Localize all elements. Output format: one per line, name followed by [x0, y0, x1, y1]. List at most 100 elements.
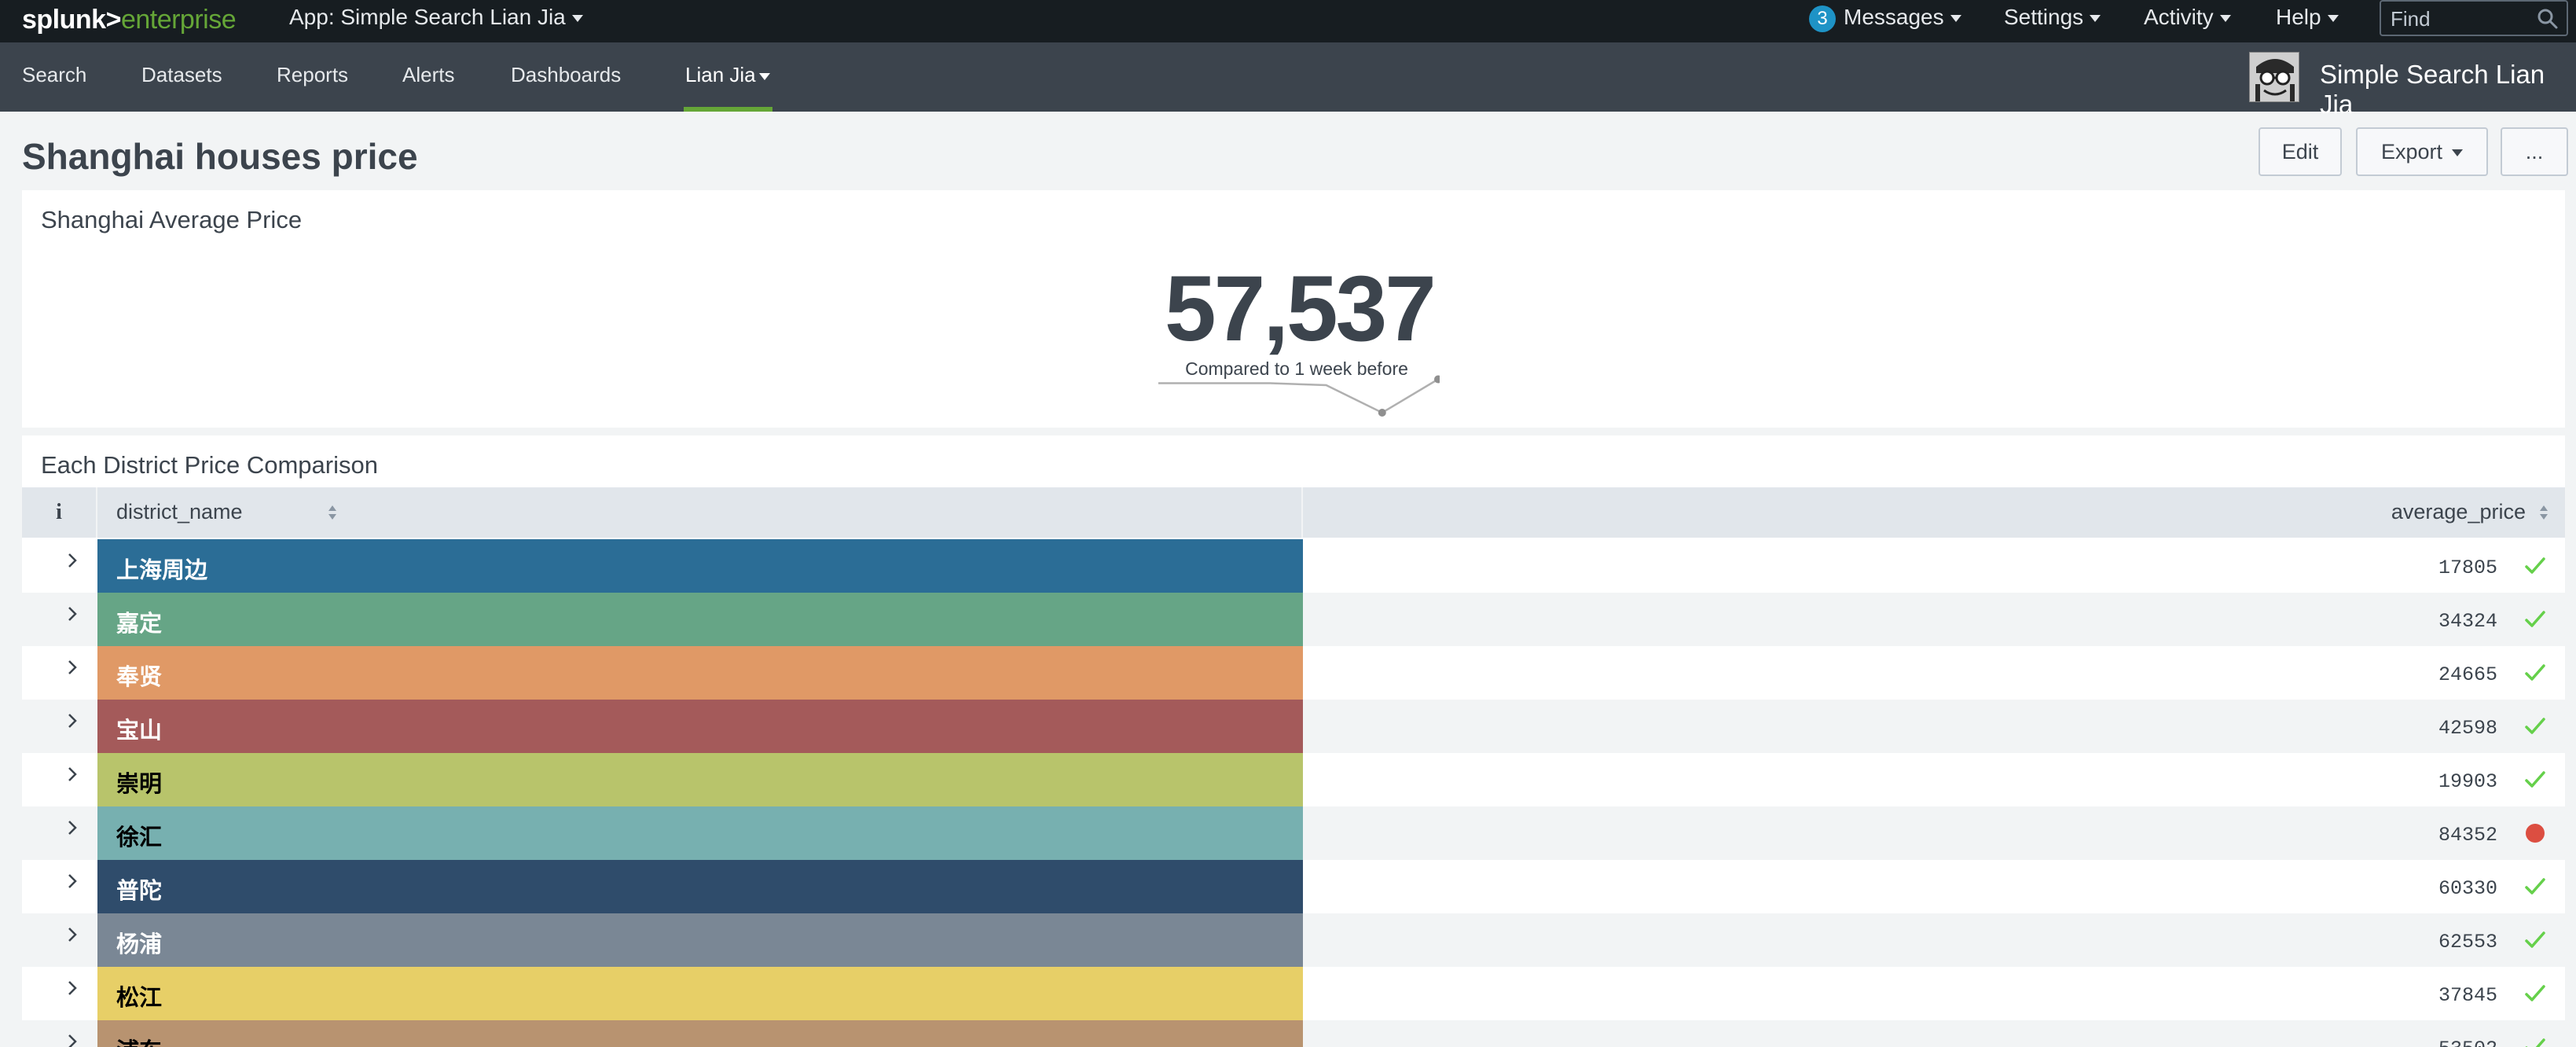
average-price[interactable]: 84352 [2438, 824, 2497, 847]
single-value-panel-title: Shanghai Average Price [41, 206, 303, 233]
chevron-right-icon[interactable] [64, 816, 82, 839]
district-name: 徐汇 [116, 824, 163, 850]
page-title: Shanghai houses price [22, 136, 418, 177]
help-label: Help [2276, 5, 2321, 29]
table-row[interactable]: 松江 37845 [22, 967, 2565, 1020]
table-row[interactable]: 上海周边 17805 [22, 539, 2565, 593]
district-name: 奉贤 [116, 663, 163, 690]
table-row[interactable]: 崇明 19903 [22, 753, 2565, 806]
average-price[interactable]: 17805 [2438, 557, 2497, 579]
chevron-right-icon[interactable] [64, 762, 82, 786]
district-name-cell[interactable]: 宝山 [97, 700, 1303, 753]
sort-icon[interactable] [2538, 503, 2549, 522]
messages-count-badge: 3 [1809, 5, 1836, 32]
chevron-right-icon[interactable] [64, 1030, 82, 1047]
district-name-cell[interactable]: 奉贤 [97, 646, 1303, 700]
sort-icon[interactable] [327, 503, 338, 522]
single-value[interactable]: 57,537 [1165, 255, 1437, 362]
district-name-cell[interactable]: 杨浦 [97, 913, 1303, 967]
average-price[interactable]: 34324 [2438, 610, 2497, 633]
average-price[interactable]: 24665 [2438, 663, 2497, 686]
top-bar: splunk>enterprise App: Simple Search Lia… [0, 0, 2576, 42]
district-name-cell[interactable]: 上海周边 [97, 539, 1303, 593]
checkmark-icon [2525, 1038, 2545, 1047]
activity-menu[interactable]: Activity [2144, 5, 2231, 30]
checkmark-icon [2525, 878, 2545, 895]
district-name-cell[interactable]: 浦东 [97, 1020, 1303, 1047]
app-avatar-icon [2249, 52, 2299, 102]
checkmark-icon [2525, 771, 2545, 788]
chevron-right-icon[interactable] [64, 549, 82, 572]
splunk-logo[interactable]: splunk>enterprise [22, 5, 237, 35]
nav-item-datasets[interactable]: Datasets [141, 63, 222, 87]
chevron-down-icon [2219, 15, 2231, 23]
average-price[interactable]: 53502 [2438, 1038, 2497, 1047]
alert-dot-icon [2526, 824, 2545, 843]
search-icon[interactable] [2537, 8, 2559, 30]
table-row[interactable]: 杨浦 62553 [22, 913, 2565, 967]
sparkline-path [1158, 378, 1439, 414]
chevron-right-icon[interactable] [64, 656, 82, 679]
average-price[interactable]: 19903 [2438, 770, 2497, 793]
row-info-header: i [22, 487, 97, 538]
checkmark-icon [2525, 985, 2545, 1001]
chevron-down-icon [2452, 149, 2464, 157]
active-nav-indicator [684, 107, 772, 112]
messages-menu[interactable]: 3 Messages [1809, 5, 1961, 32]
district-name: 嘉定 [116, 610, 163, 637]
average-price[interactable]: 62553 [2438, 931, 2497, 953]
chevron-down-icon [571, 15, 583, 23]
column-header-label: district_name [116, 500, 243, 524]
checkmark-icon [2525, 931, 2545, 948]
district-name-cell[interactable]: 嘉定 [97, 593, 1303, 646]
chevron-right-icon[interactable] [64, 923, 82, 946]
nav-item-lian-jia[interactable]: Lian Jia [685, 63, 770, 87]
table-row[interactable]: 奉贤 24665 [22, 646, 2565, 700]
sparkline[interactable] [1157, 373, 1440, 421]
app-menu[interactable]: App: Simple Search Lian Jia [289, 5, 583, 30]
checkmark-icon [2525, 664, 2545, 681]
chevron-down-icon [1950, 15, 1961, 23]
chevron-right-icon[interactable] [64, 976, 82, 1000]
chevron-right-icon[interactable] [64, 869, 82, 893]
checkmark-icon [2525, 718, 2545, 734]
district-name-cell[interactable]: 崇明 [97, 753, 1303, 806]
chevron-down-icon [758, 72, 770, 80]
nav-item-search[interactable]: Search [22, 63, 86, 87]
district-name-cell[interactable]: 普陀 [97, 860, 1303, 913]
column-header-district-name[interactable]: district_name [97, 487, 1303, 538]
chevron-right-icon[interactable] [64, 602, 82, 626]
nav-item-dashboards[interactable]: Dashboards [511, 63, 621, 87]
district-name: 浦东 [116, 1033, 162, 1047]
table-row[interactable]: 徐汇 84352 [22, 806, 2565, 860]
chevron-down-icon [2327, 15, 2339, 23]
table-row[interactable]: 普陀 60330 [22, 860, 2565, 913]
district-name: 崇明 [116, 770, 163, 797]
average-price[interactable]: 37845 [2438, 984, 2497, 1007]
district-name-cell[interactable]: 松江 [97, 967, 1303, 1020]
average-price[interactable]: 42598 [2438, 717, 2497, 740]
chevron-right-icon[interactable] [64, 709, 82, 733]
app-nav-bar [0, 42, 2576, 112]
nav-item-lian-jia-label: Lian Jia [685, 63, 756, 86]
find-input[interactable] [2391, 6, 2532, 31]
average-price[interactable]: 60330 [2438, 877, 2497, 900]
help-menu[interactable]: Help [2276, 5, 2339, 30]
column-header-average-price[interactable]: average_price [1303, 487, 2565, 538]
district-name-cell[interactable]: 徐汇 [97, 806, 1303, 860]
export-button[interactable]: Export [2356, 127, 2488, 176]
district-name: 上海周边 [116, 557, 208, 583]
more-actions-button[interactable]: ... [2501, 127, 2568, 176]
table-row[interactable]: 嘉定 34324 [22, 593, 2565, 646]
app-menu-label: App: Simple Search Lian Jia [289, 5, 566, 29]
nav-item-reports[interactable]: Reports [277, 63, 348, 87]
table-row[interactable]: 宝山 42598 [22, 700, 2565, 753]
table-row[interactable]: 浦东 53502 [22, 1020, 2565, 1047]
nav-item-alerts[interactable]: Alerts [402, 63, 454, 87]
logo-secondary: enterprise [120, 5, 237, 35]
edit-button[interactable]: Edit [2259, 127, 2342, 176]
export-label: Export [2380, 140, 2443, 163]
district-name: 普陀 [116, 877, 163, 904]
logo-primary: splunk> [22, 5, 121, 35]
settings-menu[interactable]: Settings [2004, 5, 2101, 30]
